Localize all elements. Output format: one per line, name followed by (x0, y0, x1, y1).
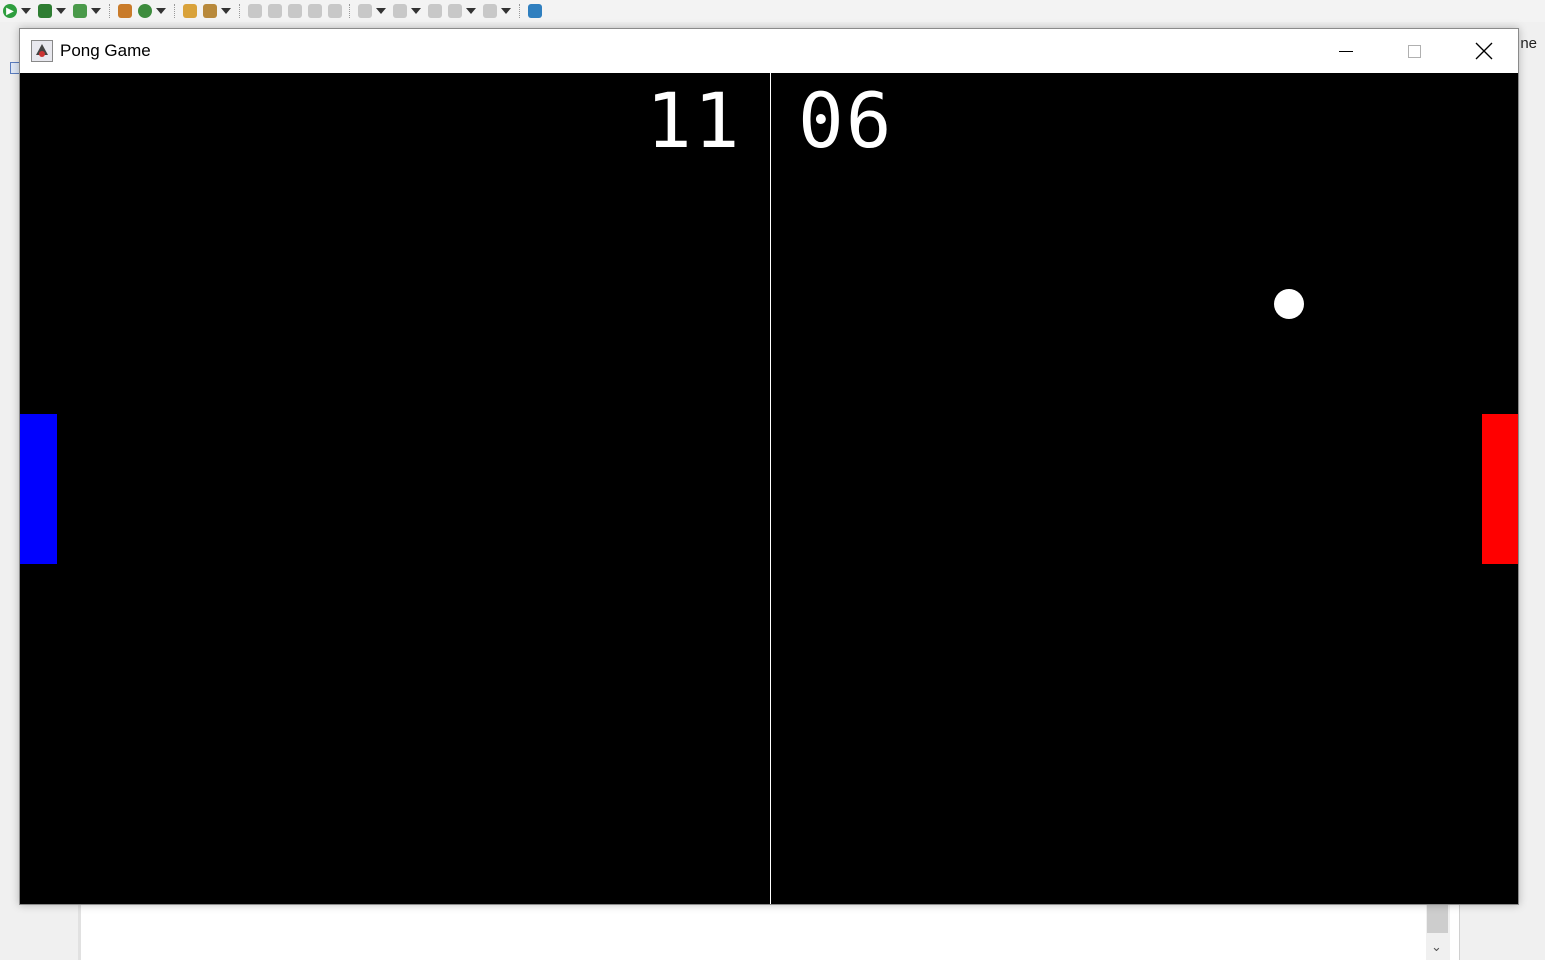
edit-icon[interactable] (268, 4, 282, 18)
ide-perspective-label[interactable]: ne (1520, 35, 1537, 52)
ball (1274, 289, 1304, 319)
debug-dropdown-icon[interactable] (56, 8, 66, 14)
debug-icon[interactable] (38, 4, 52, 18)
run-dropdown-icon[interactable] (21, 8, 31, 14)
center-net-line (770, 73, 771, 904)
back-icon[interactable] (448, 4, 462, 18)
toolbar-separator (519, 4, 521, 18)
ide-toolbar: ▶ (0, 0, 1545, 22)
java-app-icon (31, 40, 53, 62)
refresh-icon[interactable] (138, 4, 152, 18)
minimize-icon (1338, 50, 1353, 52)
run-icon[interactable]: ▶ (3, 4, 17, 18)
ide-vertical-scrollbar[interactable]: ⌄ (1426, 905, 1450, 960)
prev-annotation-dropdown-icon[interactable] (411, 8, 421, 14)
close-icon (1475, 42, 1492, 60)
prev-annotation-icon[interactable] (393, 4, 407, 18)
toolbar-separator (174, 4, 176, 18)
minimize-button[interactable] (1311, 29, 1380, 73)
annotation-icon[interactable] (248, 4, 262, 18)
game-canvas[interactable]: 11 06 (20, 73, 1518, 904)
chevron-down-icon[interactable]: ⌄ (1431, 939, 1442, 955)
window-titlebar[interactable]: Pong Game (20, 29, 1518, 73)
maximize-icon (1408, 44, 1421, 58)
forward-icon[interactable] (483, 4, 497, 18)
window-title: Pong Game (60, 41, 151, 60)
next-annotation-dropdown-icon[interactable] (376, 8, 386, 14)
last-edit-icon[interactable] (428, 4, 442, 18)
forward-dropdown-icon[interactable] (501, 8, 511, 14)
paddle-left[interactable] (20, 414, 57, 564)
paddle-right[interactable] (1482, 414, 1518, 564)
refresh-dropdown-icon[interactable] (156, 8, 166, 14)
open-folder-icon[interactable] (183, 4, 197, 18)
score-left: 11 (646, 76, 742, 165)
new-package-icon[interactable] (118, 4, 132, 18)
search-icon[interactable] (203, 4, 217, 18)
maximize-button[interactable] (1380, 29, 1449, 73)
search-dropdown-icon[interactable] (221, 8, 231, 14)
whitespace-icon[interactable] (308, 4, 322, 18)
toolbar-separator (239, 4, 241, 18)
toolbar-separator (349, 4, 351, 18)
block-select-icon[interactable] (288, 4, 302, 18)
coverage-dropdown-icon[interactable] (91, 8, 101, 14)
coverage-icon[interactable] (73, 4, 87, 18)
scroll-thumb[interactable] (1427, 905, 1448, 933)
pong-window: Pong Game 11 06 (19, 28, 1519, 905)
open-perspective-icon[interactable] (528, 4, 542, 18)
next-annotation-icon[interactable] (358, 4, 372, 18)
close-button[interactable] (1449, 29, 1518, 73)
ide-editor-area[interactable] (78, 905, 1460, 960)
toolbar-separator (109, 4, 111, 18)
paragraph-icon[interactable] (328, 4, 342, 18)
back-dropdown-icon[interactable] (466, 8, 476, 14)
score-right: 06 (798, 76, 894, 165)
